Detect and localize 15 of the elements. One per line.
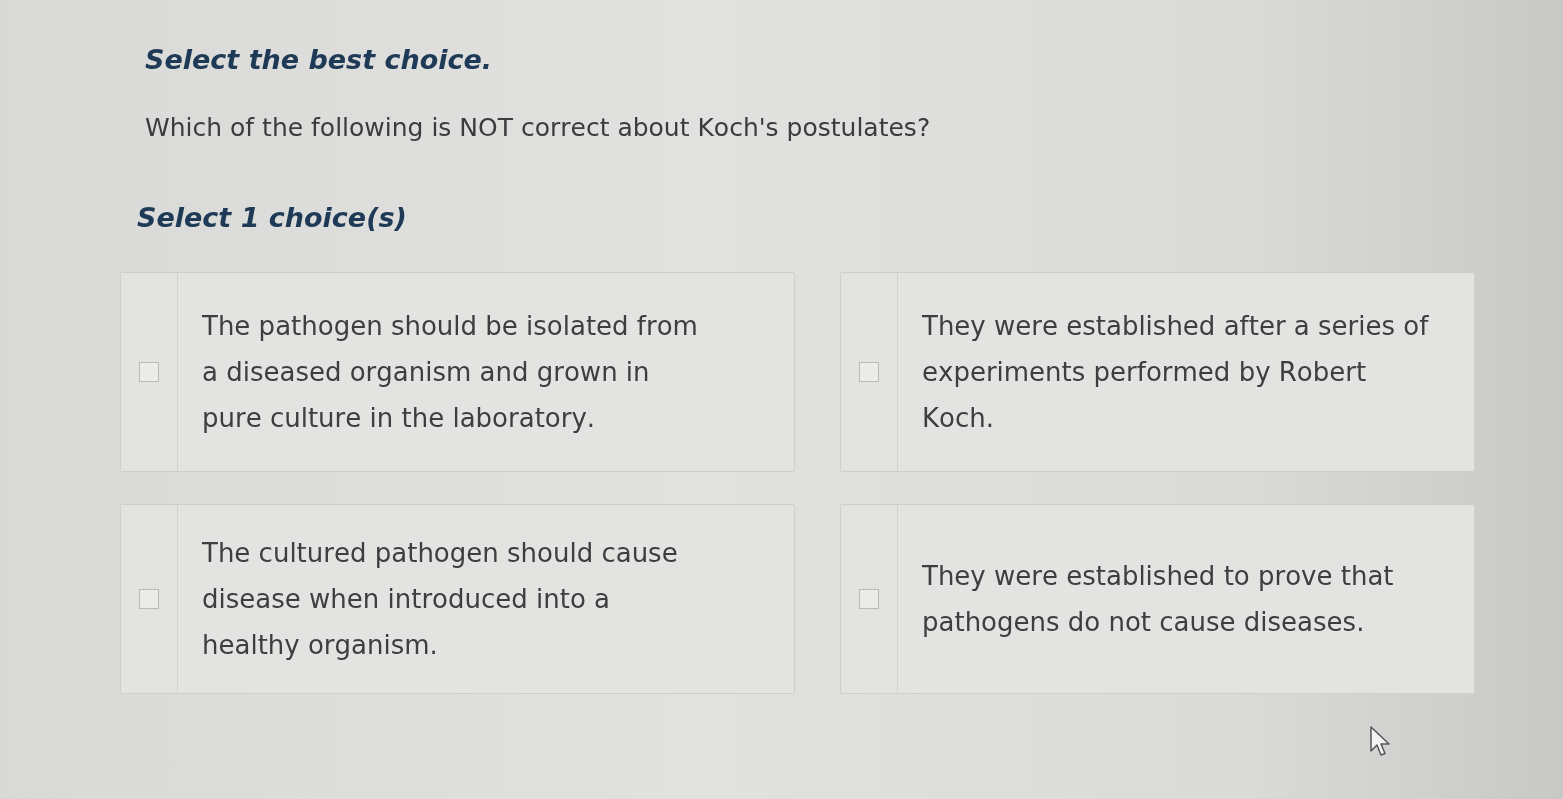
choice-option[interactable]: They were established to prove that pathogens do not cause diseases. [840, 504, 1475, 694]
checkbox[interactable] [859, 589, 879, 609]
choice-text: They were established to prove that pathogens do not cause diseases. [922, 560, 1395, 639]
choice-option[interactable]: They were established after a series of experiments performed by Robert Koch. [840, 272, 1475, 472]
checkbox[interactable] [139, 362, 159, 382]
checkbox[interactable] [859, 362, 879, 382]
choice-text: They were established after a series of experiments performed by Robert Koch. [922, 310, 1430, 435]
question-text: Which of the following is NOT correct about Koch's postulates? [145, 112, 932, 144]
choice-text: The pathogen should be isolated from a diseased organism and grown in pure culture in the laboratory. [202, 310, 699, 435]
choice-text: The cultured pathogen should cause disease when introduced into a healthy organism. [202, 537, 679, 662]
choice-option[interactable]: The pathogen should be isolated from a diseased organism and grown in pure culture in the laboratory. [120, 272, 795, 472]
choice-option[interactable]: The cultured pathogen should cause disease when introduced into a healthy organism. [120, 504, 795, 694]
selection-hint: Select 1 choice(s) [137, 201, 408, 235]
checkbox[interactable] [139, 589, 159, 609]
instruction-heading: Select the best choice. [145, 43, 494, 77]
